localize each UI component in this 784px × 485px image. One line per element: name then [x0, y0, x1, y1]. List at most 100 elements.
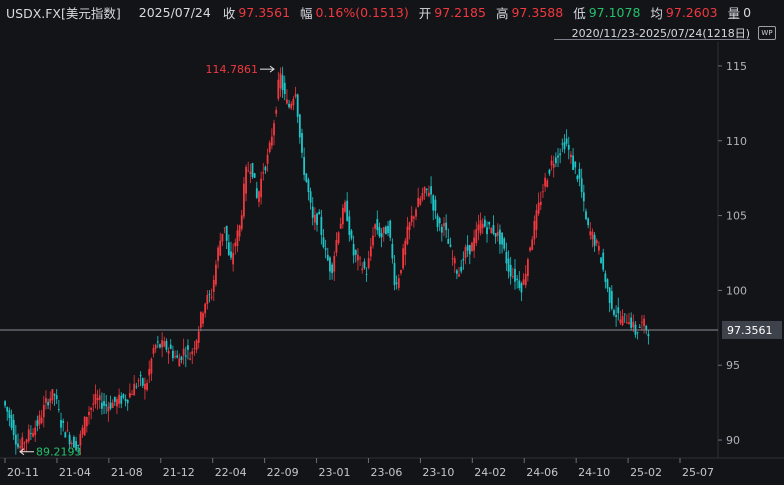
x-tick-label: 23-01 [319, 466, 351, 479]
candle-body [279, 73, 282, 89]
candle-body [144, 383, 146, 390]
candle-body [428, 192, 430, 197]
avg-value: 97.2603 [665, 4, 718, 20]
candle-body [45, 398, 47, 403]
candle-body [326, 254, 329, 261]
candle-body [529, 247, 531, 251]
candlesticks [4, 66, 650, 456]
candle-body [341, 207, 344, 225]
candle-body [369, 246, 372, 257]
candle-body [96, 397, 99, 401]
candle-body [139, 375, 142, 377]
candle-body [187, 345, 189, 350]
candle-body [225, 225, 228, 241]
candle-body [286, 99, 288, 104]
candle-body [458, 274, 460, 277]
candle-body [344, 202, 346, 212]
candle-body [83, 416, 86, 436]
candle-body [189, 358, 192, 360]
candle-body [387, 225, 389, 234]
candle-body [578, 168, 581, 179]
candle-body [408, 222, 411, 231]
candle-body [436, 215, 439, 228]
quote-date: 2025/07/24 [138, 4, 211, 20]
candle-body [432, 195, 435, 211]
candle-body [329, 257, 331, 272]
candle-body [419, 198, 422, 205]
candle-body [111, 402, 114, 408]
candle-body [363, 261, 366, 269]
candle-body [425, 188, 428, 190]
candle-body [539, 201, 542, 206]
candle-body [49, 398, 52, 403]
candle-body [350, 230, 353, 239]
candle-body [608, 287, 611, 303]
candle-body [335, 240, 338, 253]
candle-body [595, 240, 598, 244]
candle-body [339, 223, 342, 229]
candle-body [481, 223, 484, 229]
candle-body [301, 132, 303, 153]
candle-body [391, 243, 394, 259]
candle-body [570, 154, 572, 158]
candle-body [384, 226, 387, 235]
change-label: 幅 [300, 5, 313, 21]
x-tick-label: 22-04 [215, 466, 247, 479]
candle-body [591, 231, 594, 240]
candle-body [294, 94, 297, 97]
candle-body [524, 273, 527, 286]
candle-body [303, 157, 306, 175]
candle-body [249, 171, 252, 175]
candle-body [126, 399, 129, 404]
candle-body [195, 340, 198, 350]
candle-body [434, 199, 437, 211]
candle-body [380, 233, 383, 238]
candle-body [503, 238, 506, 249]
candle-body [455, 270, 458, 274]
candle-body [221, 233, 224, 242]
candle-body [544, 177, 547, 187]
avg-label: 均 [650, 5, 663, 21]
candle-body [171, 350, 174, 359]
candle-body [647, 333, 650, 337]
candle-body [563, 142, 566, 150]
candle-body [550, 160, 553, 166]
candle-body [354, 250, 357, 255]
x-tick-label: 23-06 [370, 466, 402, 479]
change-value: 0.16%(0.1513) [315, 4, 409, 20]
candle-body [597, 245, 600, 251]
candle-body [460, 266, 463, 272]
candle-body [421, 193, 424, 200]
candle-body [552, 163, 555, 168]
candle-body [296, 94, 299, 117]
y-tick-label: 100 [726, 284, 747, 297]
candle-body [514, 268, 516, 282]
candle-body [378, 227, 381, 237]
candle-body [346, 200, 349, 221]
candle-body [27, 429, 30, 441]
candle-body [494, 233, 497, 237]
candle-body [210, 296, 213, 298]
chart-settings-icon[interactable]: WP [758, 26, 776, 40]
candle-body [462, 258, 465, 261]
low-value: 97.1078 [588, 4, 641, 20]
candle-body [253, 173, 256, 178]
candle-body [290, 103, 293, 109]
candle-body [133, 383, 136, 396]
candle-body [137, 380, 140, 382]
candle-body [60, 420, 62, 428]
candle-body [53, 394, 56, 396]
candle-body [587, 218, 590, 226]
candle-body [451, 258, 454, 260]
candle-body [234, 242, 237, 247]
candle-body [298, 114, 301, 138]
candle-body [275, 109, 278, 114]
candle-body [215, 264, 217, 285]
candle-body [475, 229, 478, 244]
candle-body [526, 259, 529, 277]
y-tick-label: 90 [726, 434, 740, 447]
candle-body [374, 224, 377, 229]
candle-body [4, 401, 6, 406]
price-chart[interactable]: 97.3561 114.7861 89.2193 90 95 100 105 110 11… [0, 42, 784, 485]
candle-body [632, 321, 635, 328]
